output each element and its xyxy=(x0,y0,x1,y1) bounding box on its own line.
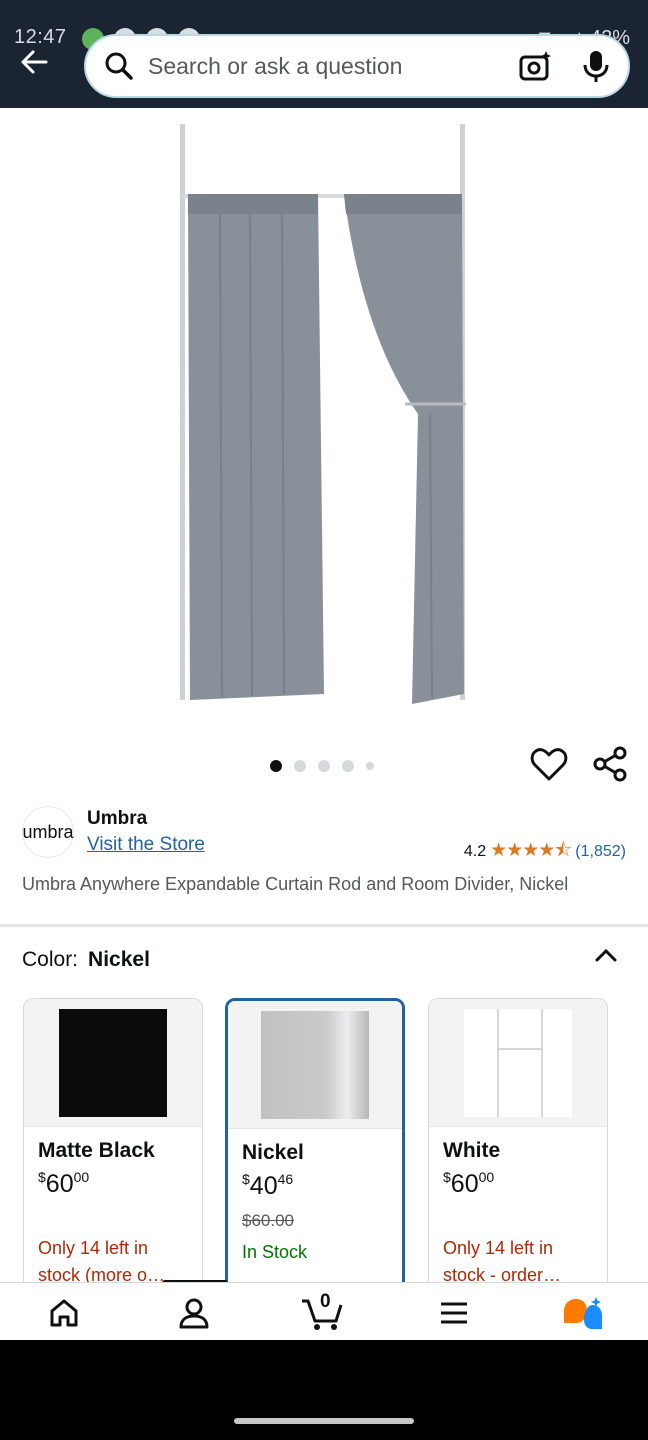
rating-count[interactable]: (1,852) xyxy=(575,843,626,861)
brand-logo-text: umbra xyxy=(22,821,74,842)
list-price: $60.00 xyxy=(242,1211,294,1230)
swatch-price: $6000 xyxy=(443,1169,495,1198)
stock-status: Only 14 left in stock (more o… xyxy=(38,1238,166,1282)
gallery-dot[interactable] xyxy=(294,760,306,772)
rating-value: 4.2 xyxy=(463,843,487,860)
camera-search-icon[interactable] xyxy=(518,49,552,83)
swatch-name: White xyxy=(443,1139,501,1162)
gallery-dot[interactable] xyxy=(366,762,374,770)
system-navigation-bar xyxy=(0,1340,648,1440)
swatch-name: Nickel xyxy=(242,1141,304,1164)
cart-button[interactable]: 0 xyxy=(300,1291,346,1331)
color-swatch-nickel[interactable]: Nickel $4046 $60.00 In Stock xyxy=(225,998,405,1282)
rufus-assistant-icon[interactable] xyxy=(562,1297,604,1329)
gallery-dot[interactable] xyxy=(342,760,354,772)
brand-name: Umbra xyxy=(87,808,148,829)
color-swatch-white[interactable]: White $6000 Only 14 left in stock - orde… xyxy=(428,998,608,1282)
swatch-price: $6000 xyxy=(38,1169,90,1198)
selected-color: Nickel xyxy=(88,948,150,971)
star-rating-icon: ★★★★⯪ xyxy=(490,840,572,861)
search-input[interactable]: Search or ask a question xyxy=(148,53,518,80)
search-bar[interactable]: Search or ask a question xyxy=(84,34,630,98)
gesture-bar[interactable] xyxy=(234,1418,414,1424)
stock-status: In Stock xyxy=(242,1242,308,1262)
swatch-name: Matte Black xyxy=(38,1139,155,1162)
account-icon[interactable] xyxy=(178,1297,210,1329)
brand-logo[interactable]: umbra xyxy=(22,806,74,858)
rating-summary[interactable]: 4.2 ★★★★⯪ (1,852) xyxy=(464,836,626,868)
product-title: Umbra Anywhere Expandable Curtain Rod an… xyxy=(22,874,569,894)
search-icon xyxy=(105,52,133,80)
swatch-image xyxy=(24,999,202,1127)
gallery-dot[interactable] xyxy=(318,760,330,772)
stock-status: Only 14 left in stock - order… xyxy=(443,1238,562,1282)
cart-count: 0 xyxy=(320,1291,331,1312)
back-arrow-icon[interactable] xyxy=(16,44,52,80)
gallery-dot[interactable] xyxy=(270,760,282,772)
color-swatch-matte-black[interactable]: Matte Black $6000 Only 14 left in stock … xyxy=(23,998,203,1282)
menu-icon[interactable] xyxy=(438,1297,470,1329)
product-image[interactable] xyxy=(150,114,490,714)
wishlist-heart-icon[interactable] xyxy=(530,746,568,782)
swatch-color-sample xyxy=(59,1008,167,1117)
swatch-color-sample xyxy=(261,1010,369,1119)
home-icon[interactable] xyxy=(48,1297,80,1329)
share-icon[interactable] xyxy=(592,746,628,782)
top-header: 12:47 ▼ ◢ 42% Search or ask a question xyxy=(0,0,648,108)
gallery-dots[interactable] xyxy=(270,760,374,772)
close-icon[interactable] xyxy=(32,108,64,124)
swatch-image xyxy=(429,999,607,1127)
microphone-icon[interactable] xyxy=(582,49,610,83)
swatch-image xyxy=(228,1001,402,1129)
section-divider xyxy=(0,924,648,927)
color-selector-label: Color: Nickel xyxy=(22,948,150,972)
product-page: 3枚中2枚目 umbra Umbra Visit the Store 4.2 ★… xyxy=(0,108,648,1282)
swatch-color-sample xyxy=(464,1008,572,1117)
bottom-navigation: 0 xyxy=(0,1282,648,1340)
swatch-price: $4046 xyxy=(242,1171,294,1200)
chevron-up-icon[interactable] xyxy=(594,944,618,968)
color-label: Color: xyxy=(22,948,79,971)
visit-store-link[interactable]: Visit the Store xyxy=(87,834,205,856)
